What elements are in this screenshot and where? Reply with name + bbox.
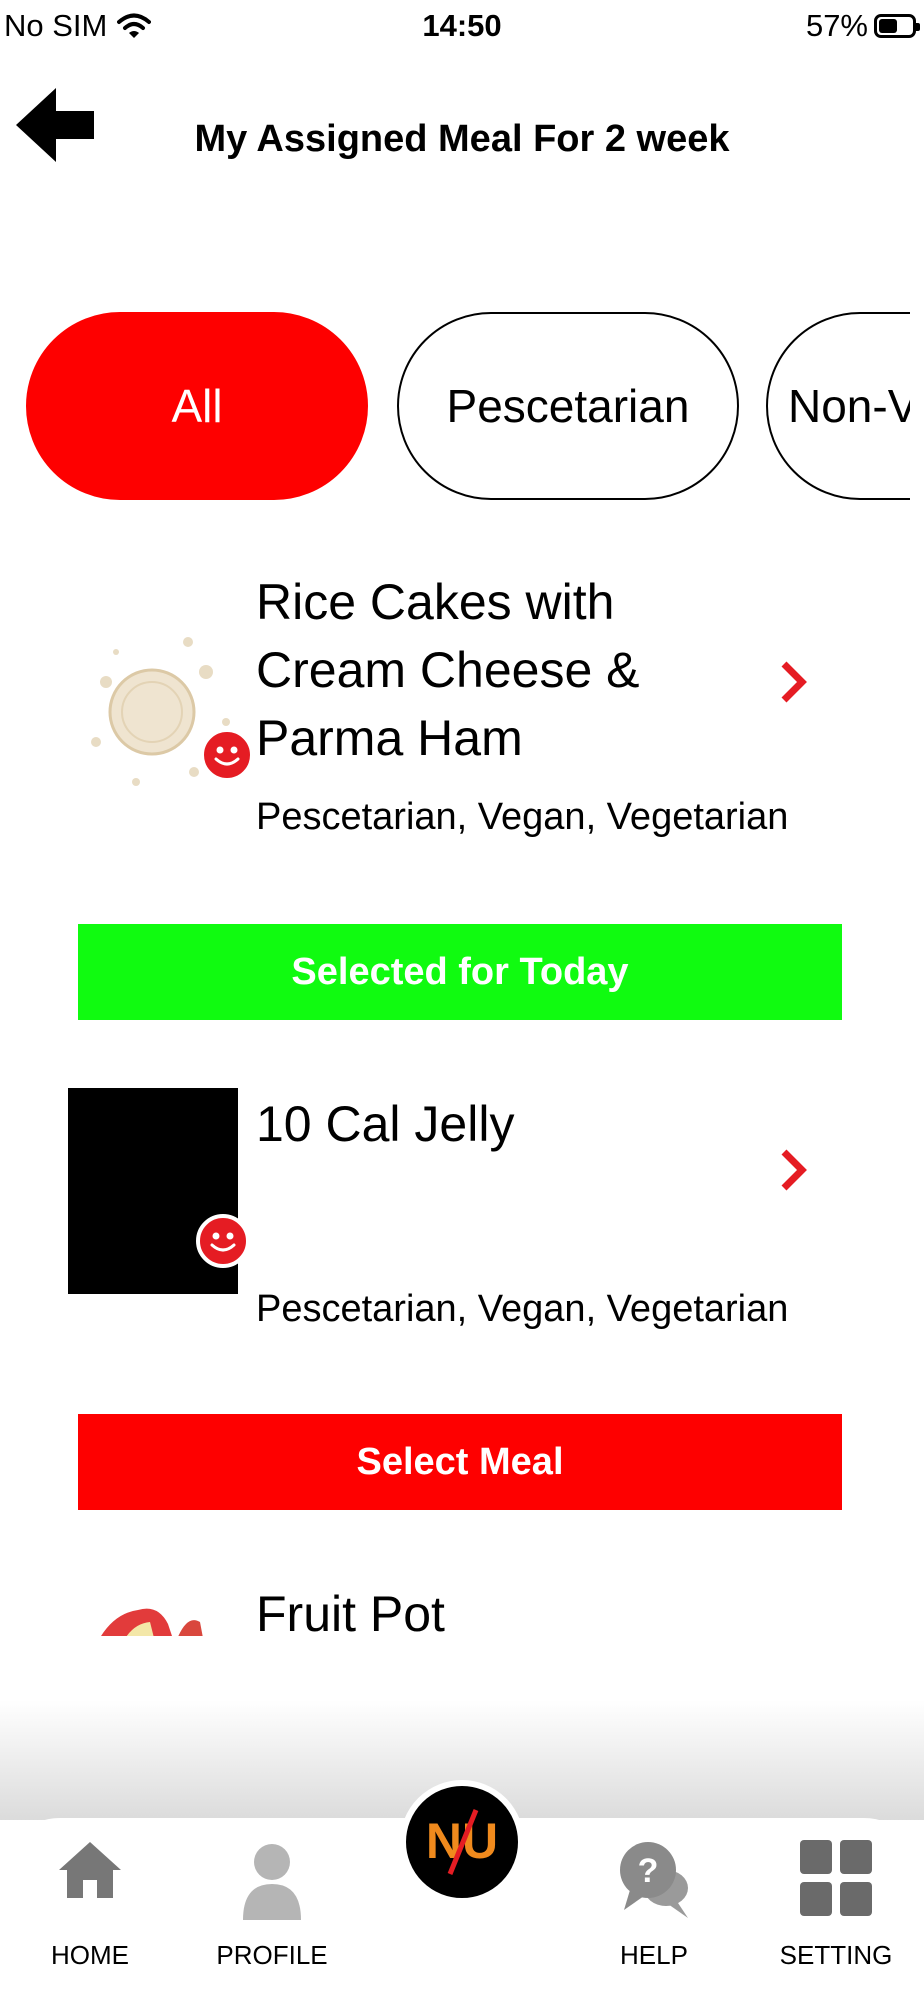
meal-card[interactable]: Fruit Pot (0, 1580, 924, 1636)
filter-chip-label: All (171, 380, 223, 432)
meal-card[interactable]: 10 Cal Jelly Pescetarian, Vegan, Vegetar… (0, 1084, 924, 1514)
help-icon: ? (620, 1842, 688, 1918)
tab-home[interactable]: HOME (0, 1818, 180, 2000)
grid-settings-icon (800, 1840, 872, 1916)
clock: 14:50 (422, 8, 502, 43)
meal-tags: Pescetarian, Vegan, Vegetarian (256, 1288, 789, 1330)
tab-label: SETTING (779, 1940, 893, 1970)
filter-chip-pescetarian[interactable]: Pescetarian (397, 312, 739, 500)
meal-card[interactable]: Rice Cakes with Cream Cheese & Parma Ham… (0, 560, 924, 1020)
page-title: My Assigned Meal For 2 week (194, 118, 730, 160)
action-label: Selected for Today (291, 950, 629, 993)
select-meal-button[interactable]: Select Meal (78, 1414, 842, 1510)
filter-chips: All Pescetarian Non-V (26, 312, 910, 504)
app-logo-button[interactable]: NU (400, 1780, 524, 1904)
smile-icon (200, 728, 254, 782)
battery-indicator: 57% (805, 8, 920, 44)
nu-logo: NU (426, 1809, 498, 1875)
meal-image-rice-cake (76, 612, 248, 816)
chevron-right-icon[interactable] (774, 1146, 814, 1194)
tab-setting[interactable]: SETTING (746, 1818, 924, 2000)
filter-chip-non-veg[interactable]: Non-V (766, 312, 910, 500)
tab-help[interactable]: ? HELP (564, 1818, 744, 2000)
meal-name: 10 Cal Jelly (256, 1096, 515, 1152)
battery-percent: 57% (805, 8, 868, 43)
filter-chip-label: Non-V (788, 380, 910, 432)
tab-label: HELP (620, 1940, 688, 1970)
selected-for-today-button[interactable]: Selected for Today (78, 924, 842, 1020)
meal-tags: Pescetarian, Vegan, Vegetarian (256, 796, 789, 838)
svg-text:?: ? (638, 1852, 659, 1890)
profile-icon (243, 1844, 301, 1920)
battery-icon (874, 14, 920, 38)
smile-icon (196, 1214, 250, 1268)
action-label: Select Meal (356, 1440, 564, 1483)
tab-label: HOME (51, 1940, 129, 1970)
tab-profile[interactable]: PROFILE (182, 1818, 362, 2000)
home-icon (59, 1842, 121, 1898)
filter-chip-label: Pescetarian (446, 380, 690, 432)
meal-name: Rice Cakes with Cream Cheese & Parma Ham (256, 574, 640, 766)
chevron-right-icon[interactable] (774, 658, 814, 706)
filter-chip-all[interactable]: All (26, 312, 368, 500)
meal-name: Fruit Pot (256, 1586, 445, 1636)
status-bar: No SIM 14:50 57% (0, 0, 924, 56)
tab-label: PROFILE (216, 1940, 328, 1970)
meal-image-fruit-pot (88, 1594, 208, 1636)
